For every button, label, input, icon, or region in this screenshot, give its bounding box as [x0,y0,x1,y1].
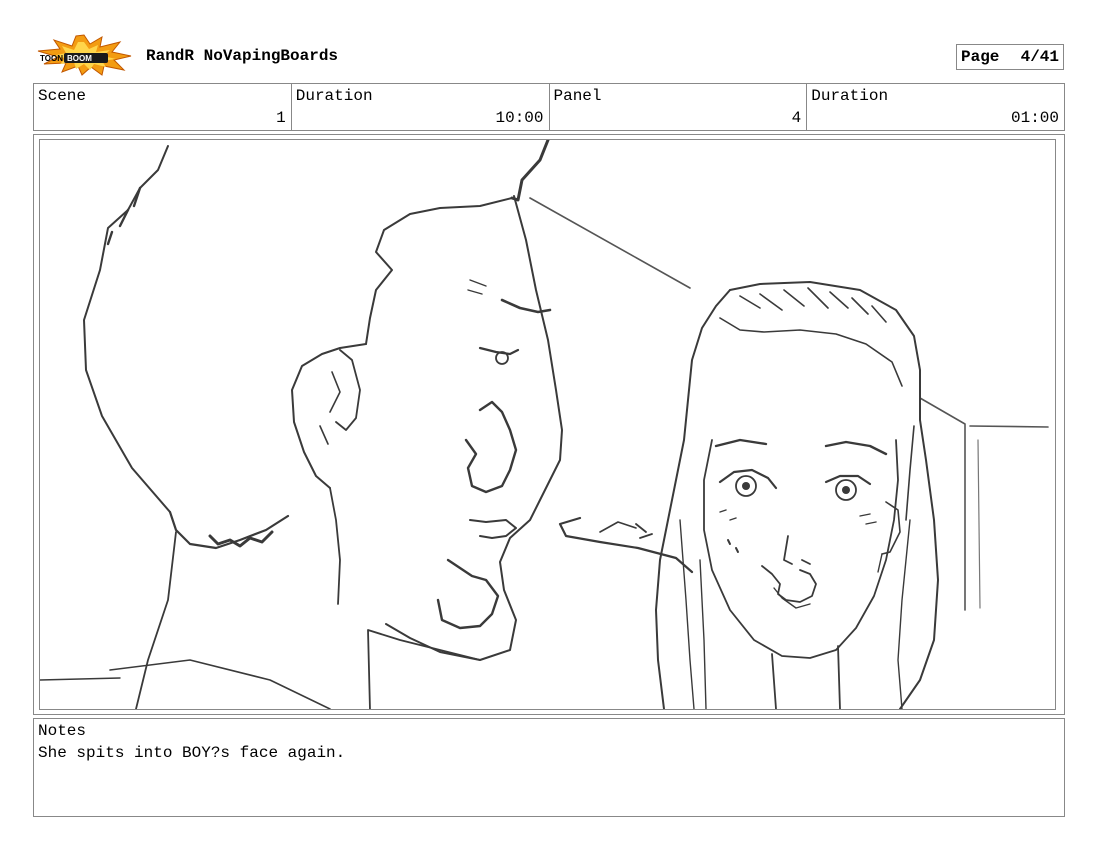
page-number: 4/41 [1020,48,1059,66]
panel-cell: Panel 4 [550,84,808,130]
panel-label: Panel [553,87,602,105]
project-title: RandR NoVapingBoards [146,47,339,65]
notes-text: She spits into BOY?s face again. [38,744,346,762]
scene-value: 1 [276,109,286,127]
scene-cell: Scene 1 [34,84,292,130]
storyboard-sketch [39,139,1056,710]
notes-label: Notes [38,722,87,740]
panel-info-row: Scene 1 Duration 10:00 Panel 4 Duration … [33,83,1065,131]
scene-duration-cell: Duration 10:00 [292,84,550,130]
notes-box: Notes She spits into BOY?s face again. [33,718,1065,817]
panel-value: 4 [791,109,802,127]
page-label: Page [961,48,1000,66]
scene-label: Scene [38,87,87,105]
toonboom-logo: TOON BOOM [36,34,132,76]
panel-duration-label: Duration [811,87,889,105]
panel-duration-cell: Duration 01:00 [807,84,1064,130]
scene-duration-label: Duration [295,87,373,105]
panel-duration-value: 01:00 [1010,109,1059,127]
svg-text:BOOM: BOOM [67,54,92,63]
page-indicator: Page 4/41 [956,44,1064,70]
svg-text:TOON: TOON [40,54,63,63]
scene-duration-value: 10:00 [495,109,544,127]
